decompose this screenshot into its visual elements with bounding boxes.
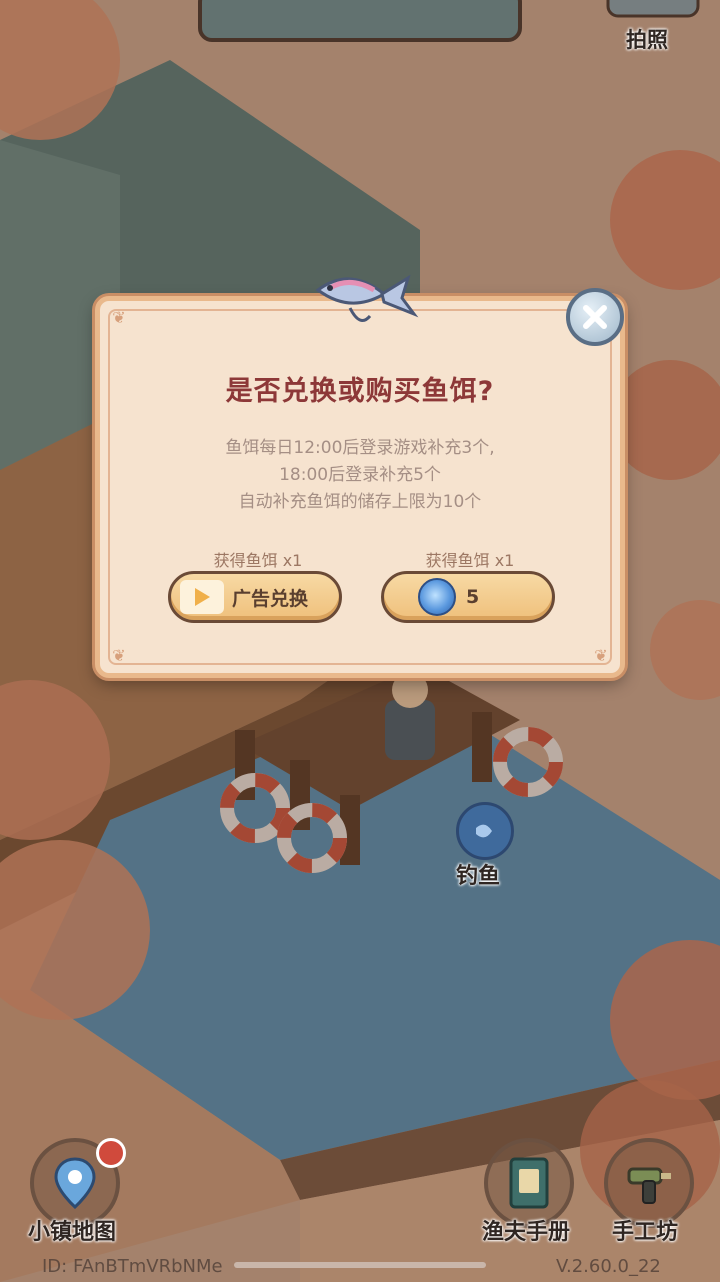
drill-icon — [627, 1167, 671, 1204]
right-reward-label: 获得鱼饵 x1 — [425, 551, 515, 570]
corner-ornament: ❦ — [594, 646, 608, 665]
close-button[interactable] — [566, 288, 624, 346]
notification-badge — [96, 1138, 126, 1168]
town-map-label[interactable]: 小镇地图 — [28, 1214, 116, 1246]
fish-icon — [476, 824, 492, 838]
shell-currency-icon — [418, 578, 456, 616]
buy-price: 5 — [466, 586, 480, 608]
desc-line: 自动补充鱼饵的储存上限为10个 — [238, 492, 482, 512]
fishing-label[interactable]: 钓鱼 — [456, 858, 500, 890]
desc-line: 鱼饵每日12:00后登录游戏补充3个, — [225, 438, 495, 458]
version-text: V.2.60.0_22 — [556, 1256, 661, 1277]
fishing-button[interactable] — [456, 802, 514, 860]
buy-bait-button[interactable]: 5 — [381, 571, 555, 623]
ad-exchange-label: 广告兑换 — [232, 587, 309, 610]
book-icon — [509, 1157, 549, 1209]
left-reward-label: 获得鱼饵 x1 — [213, 551, 303, 570]
home-indicator[interactable] — [234, 1262, 486, 1268]
play-icon — [180, 580, 224, 614]
close-icon — [583, 305, 607, 329]
workshop-label[interactable]: 手工坊 — [612, 1214, 678, 1246]
corner-ornament: ❦ — [112, 646, 126, 665]
dialog-title: 是否兑换或购买鱼饵? — [225, 376, 495, 407]
fish-decoration-icon — [315, 274, 419, 322]
corner-ornament: ❦ — [112, 308, 126, 327]
map-pin-icon — [54, 1157, 96, 1209]
desc-line: 18:00后登录补充5个 — [279, 465, 441, 485]
player-id: ID: FAnBTmVRbNMe — [42, 1256, 223, 1277]
fisher-manual-label[interactable]: 渔夫手册 — [482, 1214, 570, 1246]
photo-button-label[interactable]: 拍照 — [626, 24, 668, 54]
dialog-description: 鱼饵每日12:00后登录游戏补充3个, 18:00后登录补充5个 自动补充鱼饵的… — [100, 435, 620, 516]
ad-exchange-button[interactable]: 广告兑换 — [168, 571, 342, 623]
bait-dialog: ❦ ❦ ❦ 是否兑换或购买鱼饵? 鱼饵每日12:00后登录游戏补充3个, 18:… — [95, 296, 625, 678]
